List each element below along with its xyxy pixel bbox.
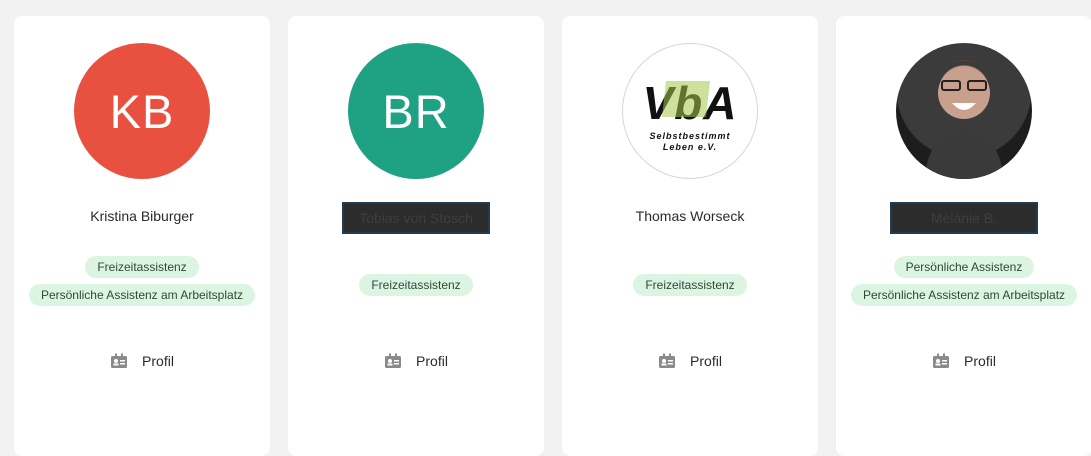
avatar-photo [896, 43, 1032, 179]
id-card-icon [932, 353, 950, 369]
profile-link-label: Profil [416, 353, 448, 369]
profile-link-label: Profil [964, 353, 996, 369]
profile-link-label: Profil [690, 353, 722, 369]
tag: Freizeitassistenz [85, 256, 199, 278]
tag: Freizeitassistenz [633, 274, 747, 296]
assistant-name-container: Melanie B. [836, 202, 1091, 234]
profile-link[interactable]: Profil [836, 353, 1091, 369]
tag-list: Freizeitassistenz Persönliche Assistenz … [14, 256, 270, 312]
profile-link[interactable]: Profil [14, 353, 270, 369]
tag: Persönliche Assistenz am Arbeitsplatz [850, 284, 1078, 306]
tag: Freizeitassistenz [359, 274, 473, 296]
tag-list: Freizeitassistenz [562, 274, 818, 302]
tag-list: Freizeitassistenz [288, 274, 544, 302]
person-photo-icon [924, 60, 1004, 179]
assistant-card[interactable]: VbA Selbstbestimmt Leben e.V. Thomas Wor… [562, 16, 818, 456]
svg-text:Selbstbestimmt: Selbstbestimmt [649, 131, 730, 141]
assistant-name-container: Tobias von Stosch [288, 202, 544, 234]
assistant-card[interactable]: BR Tobias von Stosch Freizeitassistenz P… [288, 16, 544, 456]
profile-link[interactable]: Profil [562, 353, 818, 369]
svg-text:Leben e.V.: Leben e.V. [663, 142, 717, 152]
assistant-card[interactable]: KB Kristina Biburger Freizeitassistenz P… [14, 16, 270, 456]
assistant-name: Melanie B. [890, 202, 1038, 234]
organization-logo: VbA Selbstbestimmt Leben e.V. [622, 43, 758, 179]
assistant-name: Thomas Worseck [635, 208, 745, 224]
profile-link-label: Profil [142, 353, 174, 369]
tag-list: Persönliche Assistenz Persönliche Assist… [836, 256, 1091, 312]
assistant-name: Kristina Biburger [90, 208, 194, 224]
assistant-card-grid: KB Kristina Biburger Freizeitassistenz P… [0, 0, 1091, 456]
id-card-icon [110, 353, 128, 369]
avatar: BR [348, 43, 484, 179]
avatar: KB [74, 43, 210, 179]
profile-link[interactable]: Profil [288, 353, 544, 369]
vba-logo-icon: VbA Selbstbestimmt Leben e.V. [643, 77, 737, 152]
id-card-icon [658, 353, 676, 369]
id-card-icon [384, 353, 402, 369]
assistant-card[interactable]: Melanie B. Persönliche Assistenz Persönl… [836, 16, 1091, 456]
assistant-name: Tobias von Stosch [342, 202, 490, 234]
tag: Persönliche Assistenz [893, 256, 1035, 278]
tag: Persönliche Assistenz am Arbeitsplatz [28, 284, 256, 306]
